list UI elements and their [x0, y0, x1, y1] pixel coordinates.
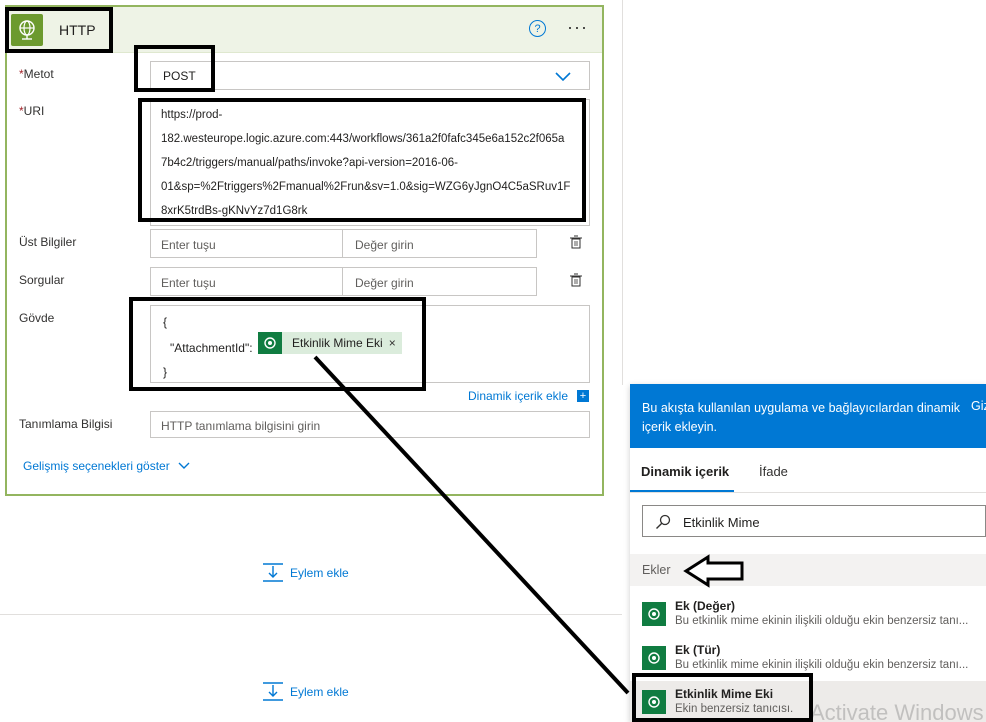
dataverse-icon	[642, 602, 666, 626]
annotation-box-uri	[138, 98, 586, 222]
item-description: Bu etkinlik mime ekinin ilişkili olduğu …	[675, 615, 969, 627]
chevron-down-icon	[555, 72, 571, 82]
query-value-input[interactable]: Değer girin	[342, 267, 537, 296]
chevron-down-icon	[178, 462, 190, 469]
section-title: Ekler	[642, 563, 671, 577]
help-icon[interactable]: ?	[529, 20, 546, 37]
dynamic-item[interactable]: Ek (Değer) Bu etkinlik mime ekinin ilişk…	[630, 593, 986, 637]
dynamic-search-input[interactable]: Etkinlik Mime	[642, 505, 986, 537]
advanced-options-label: Gelişmiş seçenekleri göster	[23, 459, 170, 473]
query-value-placeholder: Değer girin	[355, 276, 414, 290]
method-label-text: Metot	[23, 67, 54, 81]
uri-label-text: URI	[23, 104, 45, 118]
insert-step-icon	[263, 682, 283, 701]
query-key-placeholder: Enter tuşu	[161, 276, 216, 290]
canvas-separator	[0, 614, 622, 615]
annotation-box-body	[129, 297, 426, 391]
activation-watermark: Activate Windows	[810, 700, 984, 722]
add-action-button[interactable]: Eylem ekle	[262, 682, 349, 702]
more-options-icon[interactable]: ···	[567, 17, 588, 38]
hide-button[interactable]: Giz	[971, 399, 986, 413]
method-label: *Metot	[19, 67, 54, 81]
http-action-card: HTTP ? ··· *Metot POST *URI https://prod…	[5, 5, 604, 496]
search-value: Etkinlik Mime	[683, 515, 760, 530]
add-dynamic-content-link[interactable]: Dinamik içerik ekle	[468, 389, 568, 403]
queries-label: Sorgular	[19, 273, 65, 287]
query-key-input[interactable]: Enter tuşu	[150, 267, 343, 296]
uri-label: *URI	[19, 104, 44, 118]
annotation-box-method	[134, 45, 215, 92]
item-title: Ek (Değer)	[675, 599, 736, 613]
delete-query-icon[interactable]	[569, 273, 583, 287]
auth-label: Tanımlama Bilgisi	[19, 417, 113, 431]
show-advanced-options[interactable]: Gelişmiş seçenekleri göster	[23, 459, 190, 473]
item-description: Bu etkinlik mime ekinin ilişkili olduğu …	[675, 659, 969, 671]
header-value-input[interactable]: Değer girin	[342, 229, 537, 258]
auth-input[interactable]: HTTP tanımlama bilgisini girin	[150, 411, 590, 438]
insert-step-icon	[263, 563, 283, 582]
delete-header-icon[interactable]	[569, 235, 583, 249]
tabs-divider	[630, 492, 986, 493]
headers-label: Üst Bilgiler	[19, 235, 77, 249]
tab-expression[interactable]: İfade	[759, 464, 788, 479]
dataverse-icon	[642, 646, 666, 670]
dynamic-panel-description: Bu akışta kullanılan uygulama ve bağlayı…	[642, 401, 960, 434]
annotation-box-header	[5, 7, 113, 53]
method-select[interactable]: POST	[150, 61, 590, 90]
dynamic-panel-header: Bu akışta kullanılan uygulama ve bağlayı…	[630, 384, 986, 448]
search-icon	[656, 514, 671, 529]
body-label: Gövde	[19, 311, 55, 325]
tab-dynamic-content[interactable]: Dinamik içerik	[641, 464, 729, 479]
add-action-label: Eylem ekle	[290, 685, 349, 699]
annotation-box-item	[632, 673, 813, 722]
dynamic-content-panel: Bu akışta kullanılan uygulama ve bağlayı…	[630, 384, 986, 722]
add-action-button[interactable]: Eylem ekle	[262, 563, 349, 583]
header-value-placeholder: Değer girin	[355, 238, 414, 252]
plus-icon[interactable]: +	[577, 390, 589, 402]
section-header: Ekler	[630, 554, 986, 586]
canvas-divider	[622, 0, 623, 385]
add-action-label: Eylem ekle	[290, 566, 349, 580]
item-title: Ek (Tür)	[675, 643, 721, 657]
header-key-input[interactable]: Enter tuşu	[150, 229, 343, 258]
auth-placeholder: HTTP tanımlama bilgisini girin	[161, 419, 321, 433]
header-key-placeholder: Enter tuşu	[161, 238, 216, 252]
root: HTTP ? ··· *Metot POST *URI https://prod…	[0, 0, 986, 722]
